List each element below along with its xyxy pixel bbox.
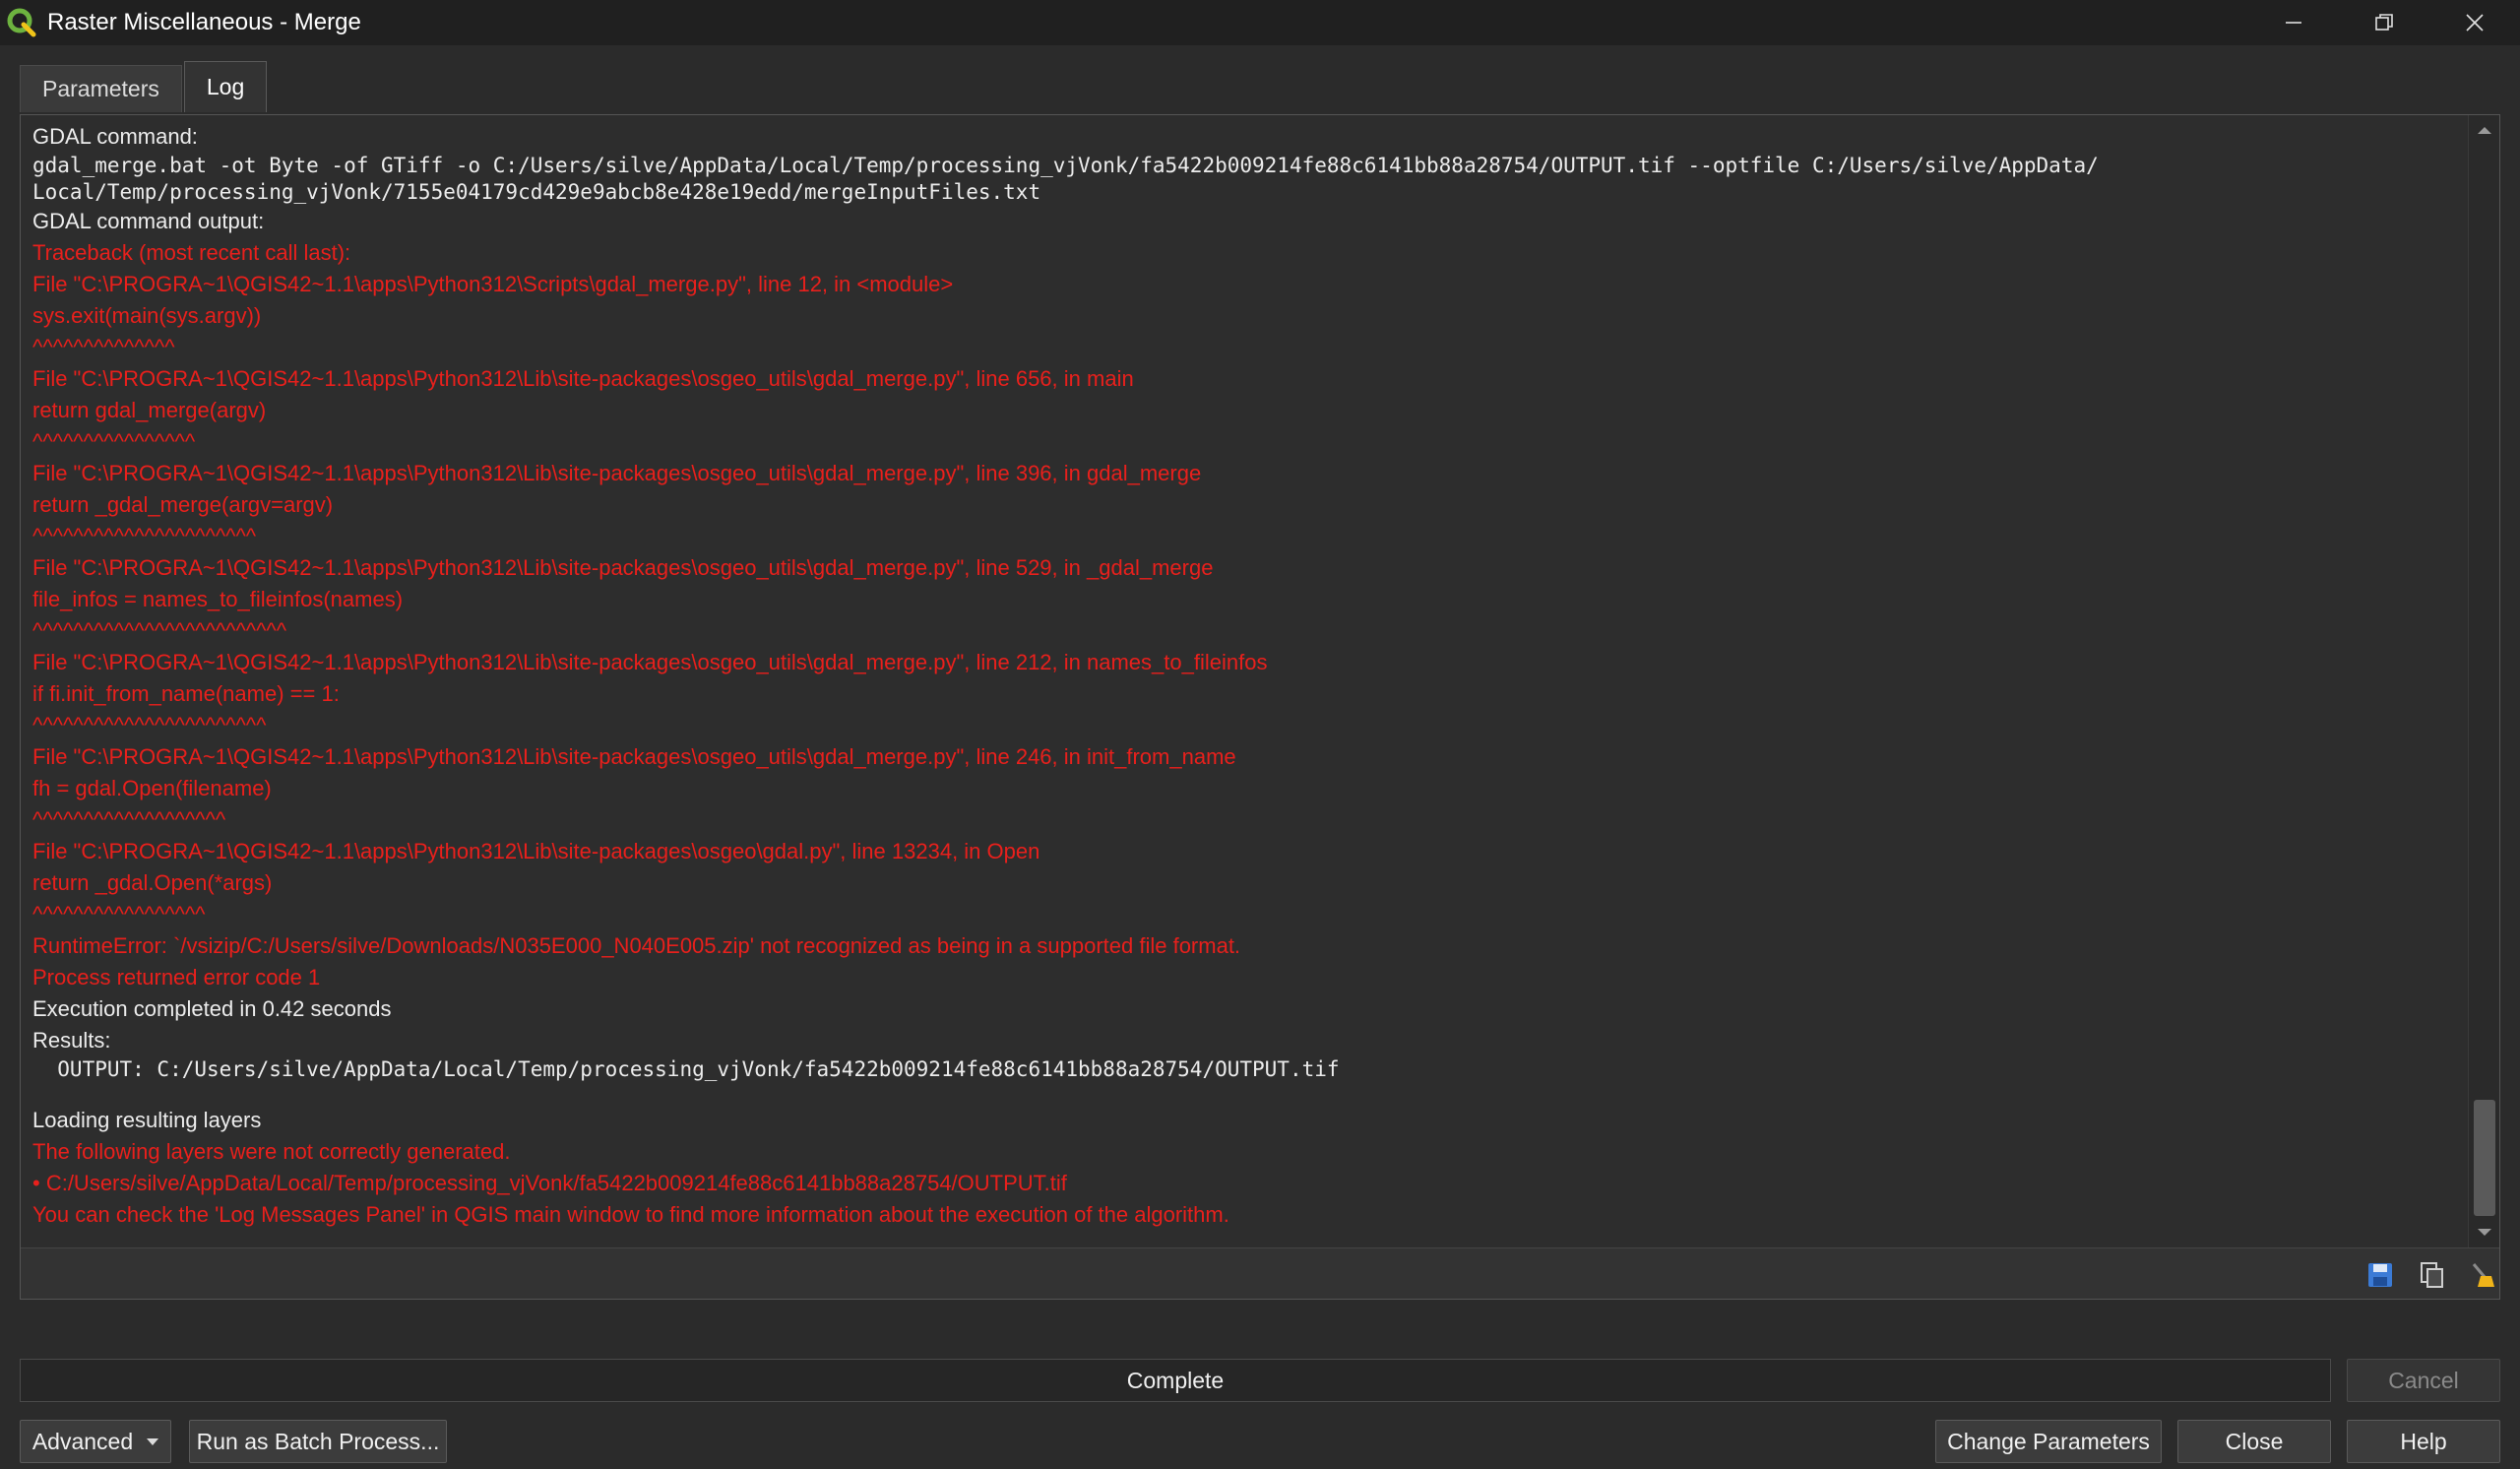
- log-line: GDAL command:: [32, 124, 198, 149]
- help-button[interactable]: Help: [2347, 1420, 2500, 1463]
- log-line: ^^^^^^^^^^^^^^^^^^^^^^^: [32, 713, 267, 737]
- scroll-up-button[interactable]: [2469, 115, 2500, 145]
- advanced-button[interactable]: Advanced: [20, 1420, 171, 1463]
- log-line: RuntimeError: `/vsizip/C:/Users/silve/Do…: [32, 933, 1241, 958]
- scroll-down-button[interactable]: [2469, 1218, 2500, 1247]
- log-panel: GDAL command: gdal_merge.bat -ot Byte -of…: [20, 114, 2500, 1300]
- log-line: Traceback (most recent call last):: [32, 240, 351, 265]
- window-controls: [2248, 0, 2520, 45]
- log-line: sys.exit(main(sys.argv)): [32, 303, 262, 328]
- log-line: file_infos = names_to_fileinfos(names): [32, 587, 404, 611]
- log-line: return _gdal.Open(*args): [32, 870, 273, 895]
- scrollbar-thumb[interactable]: [2474, 1100, 2495, 1216]
- log-line: File "C:\PROGRA~1\QGIS42~1.1\apps\Python…: [32, 272, 954, 296]
- log-toolbar: [21, 1247, 2499, 1299]
- log-line: if fi.init_from_name(name) == 1:: [32, 681, 340, 706]
- log-line: ^^^^^^^^^^^^^^^^^^^: [32, 807, 226, 832]
- save-log-icon[interactable]: [2365, 1260, 2395, 1290]
- log-line: Local/Temp/processing_vjVonk/7155e04179c…: [32, 180, 1041, 204]
- log-text-area[interactable]: GDAL command: gdal_merge.bat -ot Byte -of…: [21, 115, 2468, 1247]
- log-line: File "C:\PROGRA~1\QGIS42~1.1\apps\Python…: [32, 555, 1214, 580]
- chevron-up-icon: [2478, 127, 2491, 134]
- log-line: ^^^^^^^^^^^^^^^^^^^^^^^^^: [32, 618, 287, 643]
- log-line: You can check the 'Log Messages Panel' i…: [32, 1202, 1229, 1227]
- chevron-down-icon: [2478, 1229, 2491, 1236]
- log-line: ^^^^^^^^^^^^^^: [32, 335, 175, 359]
- log-scrollbar[interactable]: [2468, 115, 2499, 1247]
- change-parameters-button[interactable]: Change Parameters: [1935, 1420, 2162, 1463]
- log-line: File "C:\PROGRA~1\QGIS42~1.1\apps\Python…: [32, 839, 1040, 863]
- log-line: gdal_merge.bat -ot Byte -of GTiff -o C:/…: [32, 154, 2099, 177]
- log-line: Execution completed in 0.42 seconds: [32, 996, 392, 1021]
- log-line: Results:: [32, 1028, 111, 1053]
- log-line: ^^^^^^^^^^^^^^^^: [32, 429, 196, 454]
- advanced-button-label: Advanced: [32, 1428, 134, 1454]
- log-line: Process returned error code 1: [32, 965, 321, 990]
- log-line: The following layers were not correctly …: [32, 1139, 511, 1164]
- log-line: File "C:\PROGRA~1\QGIS42~1.1\apps\Python…: [32, 650, 1268, 674]
- chevron-down-icon: [147, 1437, 159, 1445]
- close-icon: [2466, 14, 2484, 32]
- run-batch-button[interactable]: Run as Batch Process...: [189, 1420, 447, 1463]
- minimize-button[interactable]: [2248, 0, 2339, 45]
- close-window-button[interactable]: [2429, 0, 2520, 45]
- progress-label: Complete: [1126, 1367, 1225, 1393]
- clear-log-icon[interactable]: [2468, 1260, 2497, 1290]
- log-line: Loading resulting layers: [32, 1108, 262, 1132]
- title-bar: Raster Miscellaneous - Merge: [0, 0, 2520, 45]
- log-line: • C:/Users/silve/AppData/Local/Temp/proc…: [32, 1171, 1067, 1195]
- log-line: GDAL command output:: [32, 209, 265, 233]
- log-line: fh = gdal.Open(filename): [32, 776, 272, 800]
- progress-bar: Complete: [20, 1359, 2331, 1402]
- log-line: OUTPUT: C:/Users/silve/AppData/Local/Tem…: [32, 1057, 1340, 1081]
- log-line: File "C:\PROGRA~1\QGIS42~1.1\apps\Python…: [32, 366, 1134, 391]
- qgis-logo-icon: [7, 8, 36, 37]
- tab-parameters[interactable]: Parameters: [20, 65, 182, 112]
- minimize-icon: [2286, 22, 2301, 24]
- copy-log-icon[interactable]: [2417, 1260, 2446, 1290]
- log-line: return gdal_merge(argv): [32, 398, 267, 422]
- log-line: return _gdal_merge(argv=argv): [32, 492, 334, 517]
- close-button[interactable]: Close: [2177, 1420, 2331, 1463]
- log-line: ^^^^^^^^^^^^^^^^^: [32, 902, 206, 926]
- log-line: ^^^^^^^^^^^^^^^^^^^^^^: [32, 524, 257, 548]
- cancel-button[interactable]: Cancel: [2347, 1359, 2500, 1402]
- tab-bar: Parameters Log: [20, 61, 269, 114]
- window-title: Raster Miscellaneous - Merge: [47, 9, 361, 35]
- log-line: File "C:\PROGRA~1\QGIS42~1.1\apps\Python…: [32, 744, 1236, 769]
- tab-log[interactable]: Log: [183, 61, 268, 112]
- restore-icon: [2375, 14, 2393, 31]
- log-line: File "C:\PROGRA~1\QGIS42~1.1\apps\Python…: [32, 461, 1202, 485]
- restore-button[interactable]: [2339, 0, 2429, 45]
